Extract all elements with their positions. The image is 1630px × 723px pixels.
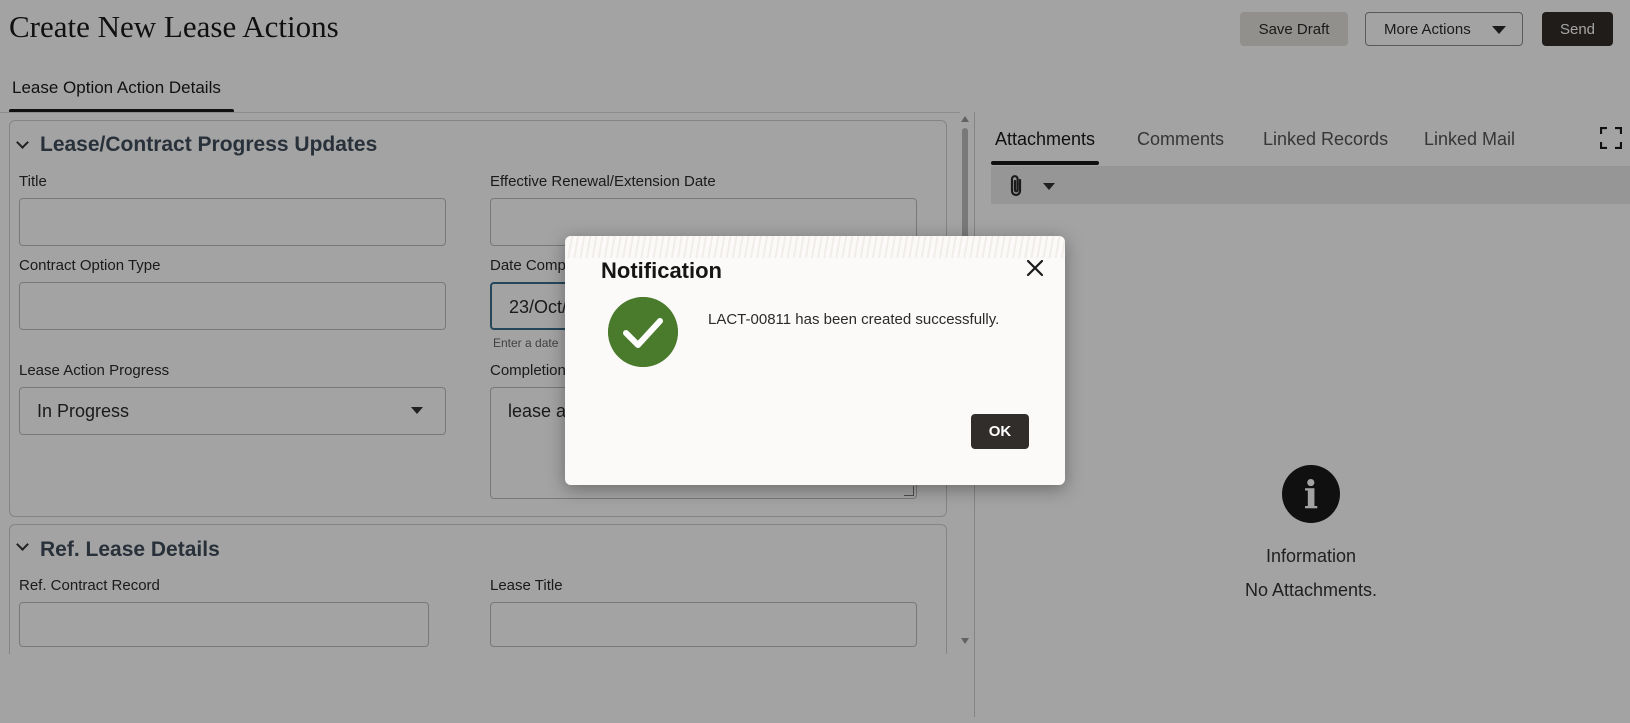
app-window: Create New Lease Actions Save Draft More… (0, 0, 1630, 723)
close-icon[interactable] (1025, 258, 1045, 278)
ok-button[interactable]: OK (971, 414, 1029, 449)
dialog-message: LACT-00811 has been created successfully… (708, 311, 1000, 328)
dialog-title: Notification (601, 258, 722, 283)
notification-dialog: Notification LACT-00811 has been created… (565, 236, 1065, 485)
success-check-icon (608, 297, 678, 367)
dialog-header-texture (565, 236, 1065, 258)
